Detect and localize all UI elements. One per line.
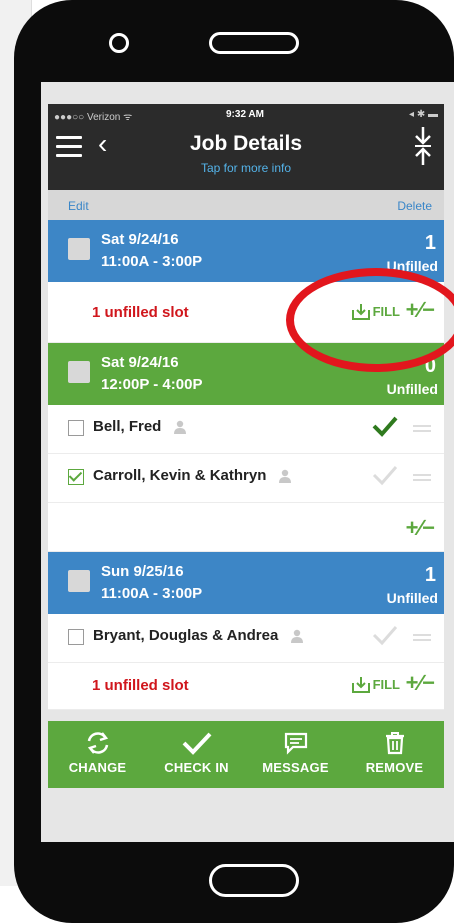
page-title[interactable]: Job Details xyxy=(48,132,444,156)
shift-time: 11:00A - 3:00P xyxy=(101,253,203,270)
person-icon xyxy=(279,469,292,483)
clock: 9:32 AM xyxy=(226,109,264,120)
unfilled-label: Unfilled xyxy=(386,590,438,606)
volunteer-row[interactable]: Bell, Fred xyxy=(48,405,444,454)
unfilled-label: Unfilled xyxy=(386,381,438,397)
volunteer-name-text: Bell, Fred xyxy=(93,418,162,435)
front-camera xyxy=(109,33,129,53)
volunteer-checkbox[interactable] xyxy=(68,420,84,436)
unfilled-count: 1 xyxy=(424,232,436,254)
shift-header[interactable]: Sun 9/25/16 11:00A - 3:00P 1 Unfilled xyxy=(48,552,444,621)
change-label: CHANGE xyxy=(68,760,127,775)
person-icon xyxy=(291,629,304,643)
phone-frame: ●●●○○ Verizon ᯤ 9:32 AM ◂ ✱ ▬ ‹ Job Deta… xyxy=(14,0,454,923)
volunteer-name: Carroll, Kevin & Kathryn xyxy=(93,467,292,484)
refresh-icon xyxy=(87,732,108,754)
unfilled-count: 1 xyxy=(424,564,436,586)
fill-label: FILL xyxy=(372,677,400,692)
shift-time: 11:00A - 3:00P xyxy=(101,585,203,602)
unfilled-slot-text: 1 unfilled slot xyxy=(92,677,189,694)
volunteer-name-text: Carroll, Kevin & Kathryn xyxy=(93,467,267,484)
drag-handle-icon[interactable] xyxy=(413,474,431,482)
action-toolbar: CHANGE CHECK IN MESSAGE REMOVE xyxy=(48,721,444,788)
unfilled-slot-row: 1 unfilled slot FILL +∕− xyxy=(48,663,444,710)
collapse-arrows-icon[interactable] xyxy=(414,126,432,166)
edit-link[interactable]: Edit xyxy=(68,199,89,213)
chat-bubble-icon xyxy=(284,732,307,755)
shift-checkbox[interactable] xyxy=(68,361,90,383)
volunteer-checkbox[interactable] xyxy=(68,629,84,645)
edit-bar: Edit Delete xyxy=(48,190,444,220)
download-tray-icon xyxy=(351,677,370,693)
check-in-button[interactable]: CHECK IN xyxy=(147,721,246,788)
home-button[interactable] xyxy=(209,864,299,897)
highlight-ring-annotation xyxy=(286,268,454,372)
check-in-checkmark-icon[interactable] xyxy=(372,464,398,486)
check-in-checkmark-icon[interactable] xyxy=(372,415,398,437)
fill-button[interactable]: FILL xyxy=(351,676,400,693)
shift-date: Sun 9/25/16 xyxy=(101,563,184,580)
remove-button[interactable]: REMOVE xyxy=(345,721,444,788)
shift-checkbox[interactable] xyxy=(68,570,90,592)
volunteer-name: Bryant, Douglas & Andrea xyxy=(93,627,304,644)
shift-time: 12:00P - 4:00P xyxy=(101,376,203,393)
check-in-label: CHECK IN xyxy=(164,760,229,775)
volunteer-row[interactable]: Carroll, Kevin & Kathryn xyxy=(48,454,444,503)
more-info-link[interactable]: Tap for more info xyxy=(48,161,444,175)
earpiece-speaker xyxy=(209,32,299,54)
navigation-bar: ●●●○○ Verizon ᯤ 9:32 AM ◂ ✱ ▬ ‹ Job Deta… xyxy=(48,104,444,190)
drag-handle-icon[interactable] xyxy=(413,634,431,642)
unfilled-slot-text: 1 unfilled slot xyxy=(92,304,189,321)
delete-link[interactable]: Delete xyxy=(397,199,432,213)
check-in-checkmark-icon[interactable] xyxy=(372,624,398,646)
shift-date: Sat 9/24/16 xyxy=(101,354,179,371)
phone-screen: ●●●○○ Verizon ᯤ 9:32 AM ◂ ✱ ▬ ‹ Job Deta… xyxy=(41,82,454,842)
remove-label: REMOVE xyxy=(365,760,424,775)
carrier-label: ●●●○○ Verizon ᯤ xyxy=(54,112,133,123)
shift-date: Sat 9/24/16 xyxy=(101,231,179,248)
message-label: MESSAGE xyxy=(262,760,329,775)
status-icons: ◂ ✱ ▬ xyxy=(409,109,438,120)
volunteer-name-text: Bryant, Douglas & Andrea xyxy=(93,627,279,644)
drag-handle-icon[interactable] xyxy=(413,425,431,433)
volunteer-checkbox[interactable] xyxy=(68,469,84,485)
volunteer-name: Bell, Fred xyxy=(93,418,187,435)
shift-checkbox[interactable] xyxy=(68,238,90,260)
plus-minus-icon[interactable]: +∕− xyxy=(406,670,435,696)
person-icon xyxy=(174,420,187,434)
message-button[interactable]: MESSAGE xyxy=(246,721,345,788)
checkmark-icon xyxy=(182,732,211,755)
trash-icon xyxy=(385,732,404,755)
add-volunteer-row: +∕− xyxy=(48,503,444,552)
plus-minus-icon[interactable]: +∕− xyxy=(406,515,435,541)
status-bar: ●●●○○ Verizon ᯤ 9:32 AM ◂ ✱ ▬ xyxy=(48,109,444,123)
app-view: ●●●○○ Verizon ᯤ 9:32 AM ◂ ✱ ▬ ‹ Job Deta… xyxy=(48,104,444,842)
change-button[interactable]: CHANGE xyxy=(48,721,147,788)
volunteer-row[interactable]: Bryant, Douglas & Andrea xyxy=(48,614,444,663)
